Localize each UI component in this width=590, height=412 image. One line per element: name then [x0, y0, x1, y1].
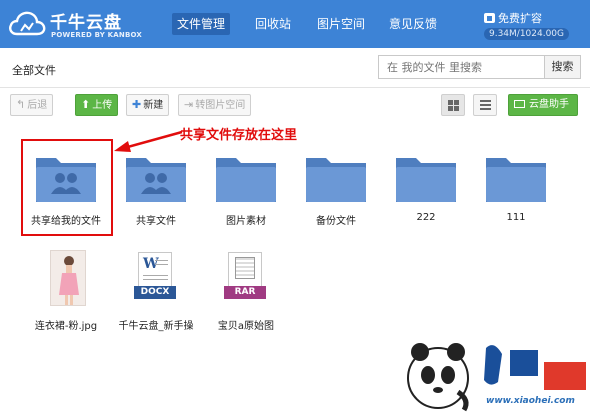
transfer-icon: ⇥: [184, 98, 194, 111]
file-name: 千牛云盘_新手操: [118, 321, 194, 332]
image-thumbnail: [50, 250, 86, 306]
folder-icon: [216, 158, 276, 202]
breadcrumb[interactable]: 全部文件: [12, 62, 56, 78]
list-view-icon: [480, 100, 491, 111]
file-name: 连衣裙-粉.jpg: [34, 321, 98, 332]
file-name: 宝贝a原始图: [217, 321, 275, 332]
back-button[interactable]: ↰ 后退: [10, 94, 54, 116]
file-name: 111: [506, 212, 526, 223]
back-label: 后退: [27, 100, 48, 111]
back-arrow-icon: ↰: [16, 98, 26, 111]
file-item[interactable]: 备份文件: [296, 150, 376, 242]
rar-tag: RAR: [224, 286, 266, 299]
docx-icon: W DOCX: [134, 252, 176, 306]
folder-icon: [306, 158, 366, 202]
shared-folder-icon: [126, 158, 186, 202]
monitor-icon: [514, 100, 525, 108]
plus-icon: ✚: [132, 98, 142, 111]
upgrade-label: 免费扩容: [498, 12, 542, 25]
upgrade-link[interactable]: 免费扩容: [484, 10, 542, 26]
file-item[interactable]: 111: [476, 150, 556, 242]
cloud-logo-icon: [9, 11, 46, 36]
new-label: 新建: [143, 100, 164, 111]
upload-button[interactable]: ⬆ 上传: [75, 94, 119, 116]
file-name: 共享文件: [136, 216, 176, 227]
upload-arrow-icon: ⬆: [81, 98, 91, 111]
photo-icon: [59, 256, 79, 305]
file-item[interactable]: 连衣裙-粉.jpg: [26, 250, 106, 342]
file-item[interactable]: 222: [386, 150, 466, 242]
annotation-text: 共享文件存放在这里: [180, 128, 298, 143]
to-image-label: 转图片空间: [195, 100, 246, 111]
file-item[interactable]: 共享文件: [116, 150, 196, 242]
file-item[interactable]: 共享给我的文件: [26, 150, 106, 242]
file-item[interactable]: W DOCX 千牛云盘_新手操: [116, 250, 196, 342]
search-button[interactable]: 搜索: [545, 55, 581, 79]
grid-view-button[interactable]: [441, 94, 465, 116]
search-input[interactable]: [378, 55, 545, 79]
file-item[interactable]: RAR 宝贝a原始图: [206, 250, 286, 342]
tab-image-space[interactable]: 图片空间: [312, 13, 370, 35]
assistant-label: 云盘助手: [529, 99, 569, 110]
app-logo[interactable]: 千牛云盘 POWERED BY KANBOX: [8, 7, 142, 41]
to-image-space-button[interactable]: ⇥ 转图片空间: [178, 94, 252, 116]
cloud-assistant-button[interactable]: 云盘助手: [508, 94, 578, 116]
app-title: 千牛云盘: [50, 13, 122, 33]
shared-folder-icon: [36, 158, 96, 202]
grid-view-icon: [448, 100, 459, 111]
path-bar: 全部文件 搜索: [0, 48, 590, 88]
tab-file-manager[interactable]: 文件管理: [172, 13, 231, 35]
quota-bar: 9.34M/1024.00G: [484, 28, 569, 40]
tab-recycle-bin[interactable]: 回收站: [250, 13, 296, 35]
toolbar: ↰ 后退 ⬆ 上传 ✚ 新建 ⇥ 转图片空间 云盘助手: [0, 88, 590, 120]
app-header: 千牛云盘 POWERED BY KANBOX 文件管理 回收站 图片空间 意见反…: [0, 0, 590, 48]
list-view-button[interactable]: [473, 94, 497, 116]
app-subtitle: POWERED BY KANBOX: [51, 31, 142, 39]
upgrade-icon: [484, 13, 495, 23]
file-item[interactable]: 图片素材: [206, 150, 286, 242]
file-name: 共享给我的文件: [31, 216, 101, 227]
docx-tag: DOCX: [134, 286, 176, 299]
tab-feedback[interactable]: 意见反馈: [384, 13, 442, 35]
folder-icon: [396, 158, 456, 202]
file-name: 备份文件: [316, 216, 356, 227]
file-name: 图片素材: [226, 216, 266, 227]
new-button[interactable]: ✚ 新建: [126, 94, 170, 116]
file-name: 222: [416, 212, 436, 223]
upload-label: 上传: [92, 100, 113, 111]
watermark-site: www.xiaohei.com: [486, 396, 575, 406]
rar-icon: RAR: [224, 252, 266, 306]
folder-icon: [486, 158, 546, 202]
